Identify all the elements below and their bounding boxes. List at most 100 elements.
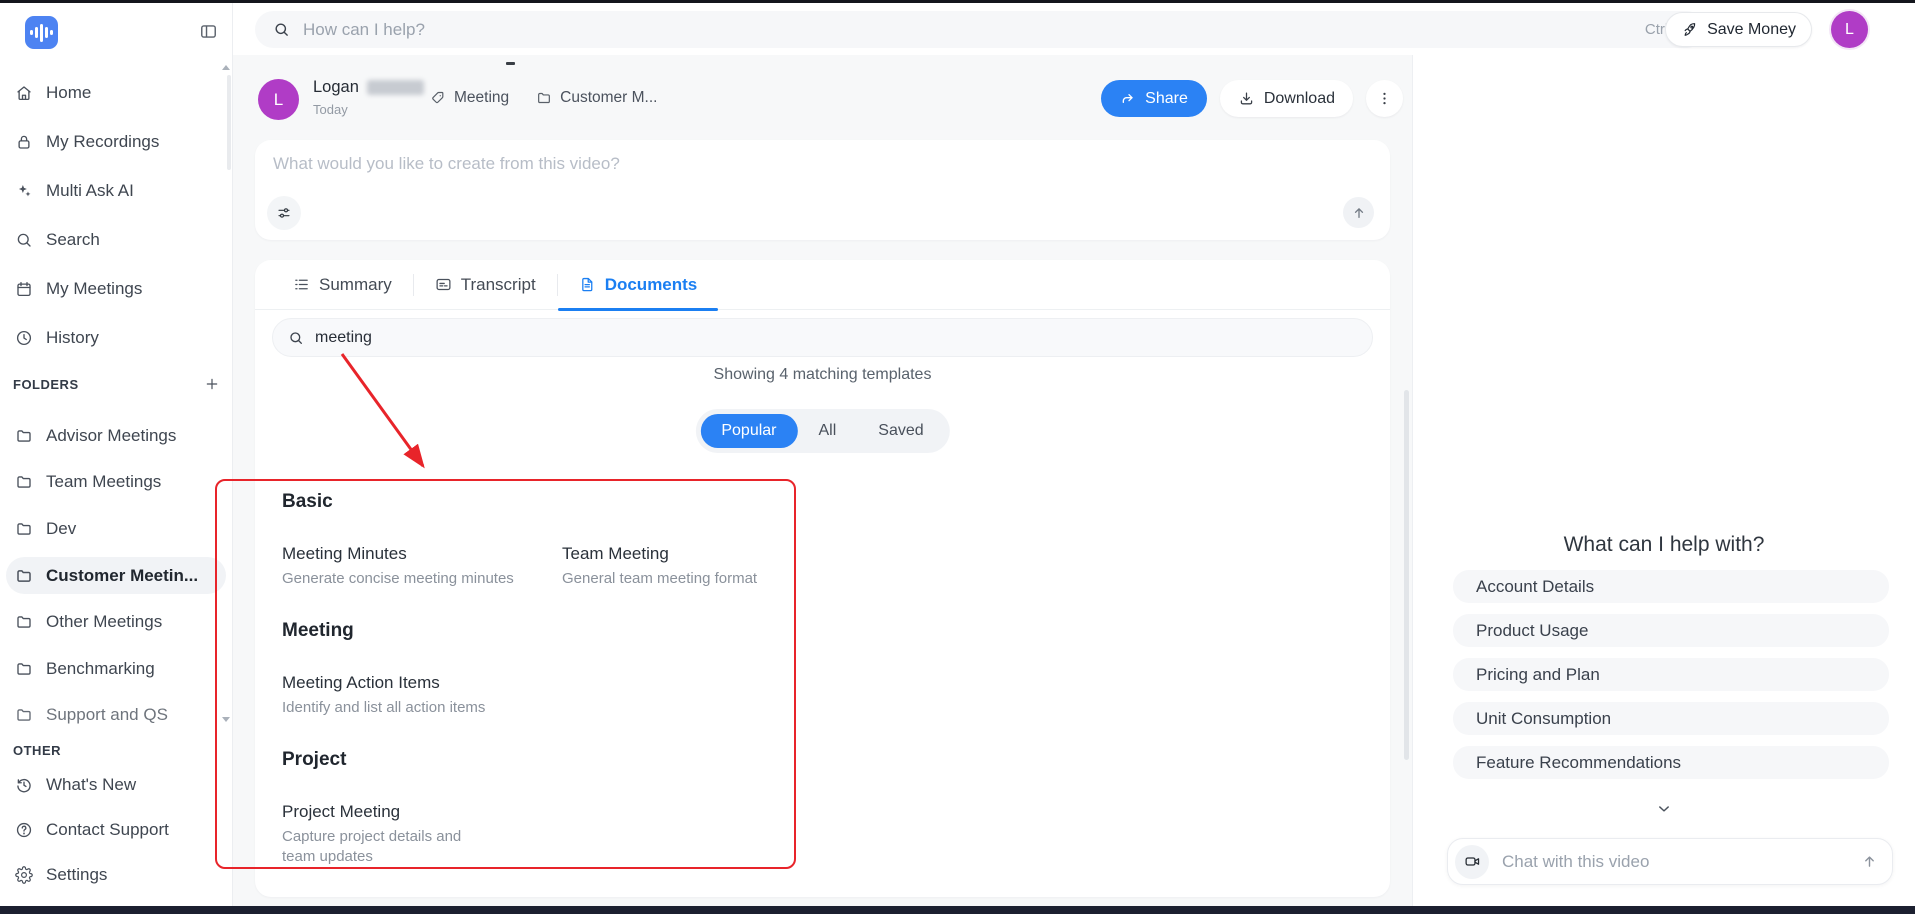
filter-saved[interactable]: Saved xyxy=(857,414,944,448)
chat-input-bar xyxy=(1447,838,1893,885)
sidebar-item-label: Search xyxy=(46,230,100,250)
suggestion-product-usage[interactable]: Product Usage xyxy=(1453,614,1889,647)
save-money-button[interactable]: Save Money xyxy=(1665,12,1812,47)
save-money-label: Save Money xyxy=(1707,21,1796,39)
tab-summary[interactable]: Summary xyxy=(272,260,413,310)
recording-tags: Meeting Customer M... xyxy=(430,65,657,131)
template-meeting-action-items[interactable]: Meeting Action Items Identify and list a… xyxy=(282,672,562,718)
section-title-basic: Basic xyxy=(282,490,922,513)
sidebar-item-contact-support[interactable]: Contact Support xyxy=(0,810,233,850)
sidebar-item-whats-new[interactable]: What's New xyxy=(0,765,233,805)
sidebar-folder-team-meetings[interactable]: Team Meetings xyxy=(0,464,232,502)
template-meeting-minutes[interactable]: Meeting Minutes Generate concise meeting… xyxy=(282,543,562,589)
app-logo-icon[interactable] xyxy=(25,16,58,49)
template-team-meeting[interactable]: Team Meeting General team meeting format xyxy=(562,543,842,589)
global-search-input[interactable] xyxy=(303,20,1632,40)
sidebar-item-label: Multi Ask AI xyxy=(46,181,134,201)
sidebar-item-label: My Meetings xyxy=(46,279,142,299)
sidebar-folder-advisor-meetings[interactable]: Advisor Meetings xyxy=(0,417,232,455)
sidebar-folder-dev[interactable]: Dev xyxy=(0,510,232,548)
folder-label: Dev xyxy=(46,519,76,539)
template-search-input[interactable] xyxy=(315,329,1357,347)
folder-icon xyxy=(15,567,33,585)
chat-input[interactable] xyxy=(1502,852,1848,872)
global-search[interactable]: Ctrl+K xyxy=(255,11,1705,48)
window-frame-bottom xyxy=(0,906,1915,914)
sidebar-item-search[interactable]: Search xyxy=(0,220,233,260)
template-grid: Meeting Action Items Identify and list a… xyxy=(282,672,922,718)
folders-header: FOLDERS xyxy=(13,376,220,392)
section-title-project: Project xyxy=(282,748,922,771)
rocket-icon xyxy=(1681,21,1698,38)
sidebar: Home My Recordings Multi Ask AI Search M… xyxy=(0,3,233,906)
suggestion-pricing-and-plan[interactable]: Pricing and Plan xyxy=(1453,658,1889,691)
filter-all[interactable]: All xyxy=(798,414,858,448)
add-folder-button[interactable] xyxy=(204,376,220,392)
sidebar-scroll-up-icon[interactable] xyxy=(222,65,230,70)
template-title: Team Meeting xyxy=(562,543,842,565)
template-title: Project Meeting xyxy=(282,801,562,823)
template-grid: Project Meeting Capture project details … xyxy=(282,801,922,867)
tag-customer-folder[interactable]: Customer M... xyxy=(536,89,657,107)
template-grid: Meeting Minutes Generate concise meeting… xyxy=(282,543,922,589)
share-icon xyxy=(1120,91,1136,107)
template-title: Meeting Action Items xyxy=(282,672,562,694)
template-description: Generate concise meeting minutes xyxy=(282,569,527,589)
user-avatar[interactable]: L xyxy=(1831,11,1868,48)
suggestion-account-details[interactable]: Account Details xyxy=(1453,570,1889,603)
template-search[interactable] xyxy=(272,318,1373,357)
sidebar-folder-customer-meetings[interactable]: Customer Meetin... xyxy=(6,557,226,595)
assistant-panel: What can I help with? Account Details Pr… xyxy=(1412,55,1915,906)
template-description: General team meeting format xyxy=(562,569,807,589)
suggestion-unit-consumption[interactable]: Unit Consumption xyxy=(1453,702,1889,735)
tab-transcript[interactable]: Transcript xyxy=(414,260,557,310)
section-title-meeting: Meeting xyxy=(282,619,922,642)
recording-header: L Logan Today Meeting Customer M... xyxy=(233,65,1412,135)
template-title: Meeting Minutes xyxy=(282,543,562,565)
history-icon xyxy=(15,776,33,794)
tag-label: Customer M... xyxy=(560,89,657,107)
folder-label: Team Meetings xyxy=(46,472,161,492)
share-button[interactable]: Share xyxy=(1101,80,1207,117)
calendar-icon xyxy=(15,280,33,298)
download-button[interactable]: Download xyxy=(1220,80,1353,117)
sidebar-item-home[interactable]: Home xyxy=(0,73,233,113)
folder-icon xyxy=(15,613,33,631)
tab-label: Summary xyxy=(319,275,392,295)
composer-send-button[interactable] xyxy=(1343,197,1374,228)
chat-send-button[interactable] xyxy=(1861,853,1878,870)
sidebar-item-settings[interactable]: Settings xyxy=(0,855,233,895)
tag-meeting[interactable]: Meeting xyxy=(430,89,509,107)
topbar: Ctrl+K Save Money L xyxy=(233,3,1915,55)
other-list: What's New Contact Support Settings xyxy=(0,765,233,895)
sidebar-item-my-meetings[interactable]: My Meetings xyxy=(0,269,233,309)
result-summary: Showing 4 matching templates xyxy=(255,366,1390,384)
sidebar-item-label: History xyxy=(46,328,99,348)
sidebar-toggle-icon[interactable] xyxy=(199,22,218,41)
main-scrollbar[interactable] xyxy=(1404,390,1409,760)
folder-icon xyxy=(15,660,33,678)
assistant-heading: What can I help with? xyxy=(1413,533,1915,557)
sidebar-item-label: My Recordings xyxy=(46,132,159,152)
sidebar-item-my-recordings[interactable]: My Recordings xyxy=(0,122,233,162)
share-label: Share xyxy=(1145,90,1188,108)
transcript-icon xyxy=(435,276,452,293)
template-project-meeting[interactable]: Project Meeting Capture project details … xyxy=(282,801,562,867)
tab-documents[interactable]: Documents xyxy=(558,260,719,310)
composer-options-button[interactable] xyxy=(267,196,301,230)
suggestion-feature-recommendations[interactable]: Feature Recommendations xyxy=(1453,746,1889,779)
documents-card: Summary Transcript Documents Showing 4 m… xyxy=(255,260,1390,897)
composer-input[interactable] xyxy=(273,154,1173,174)
other-header-label: OTHER xyxy=(13,743,61,758)
more-options-button[interactable] xyxy=(1366,80,1403,117)
download-label: Download xyxy=(1264,90,1335,108)
video-context-button[interactable] xyxy=(1455,845,1489,879)
sidebar-folder-clipped[interactable]: Support and QS xyxy=(0,696,232,734)
sidebar-folder-other-meetings[interactable]: Other Meetings xyxy=(0,603,232,641)
recording-actions: Share Download xyxy=(1101,80,1403,117)
expand-suggestions-button[interactable] xyxy=(1656,800,1673,817)
sidebar-item-multi-ask-ai[interactable]: Multi Ask AI xyxy=(0,171,233,211)
sidebar-item-history[interactable]: History xyxy=(0,318,233,358)
filter-popular[interactable]: Popular xyxy=(700,414,797,448)
sidebar-folder-benchmarking[interactable]: Benchmarking xyxy=(0,650,232,688)
